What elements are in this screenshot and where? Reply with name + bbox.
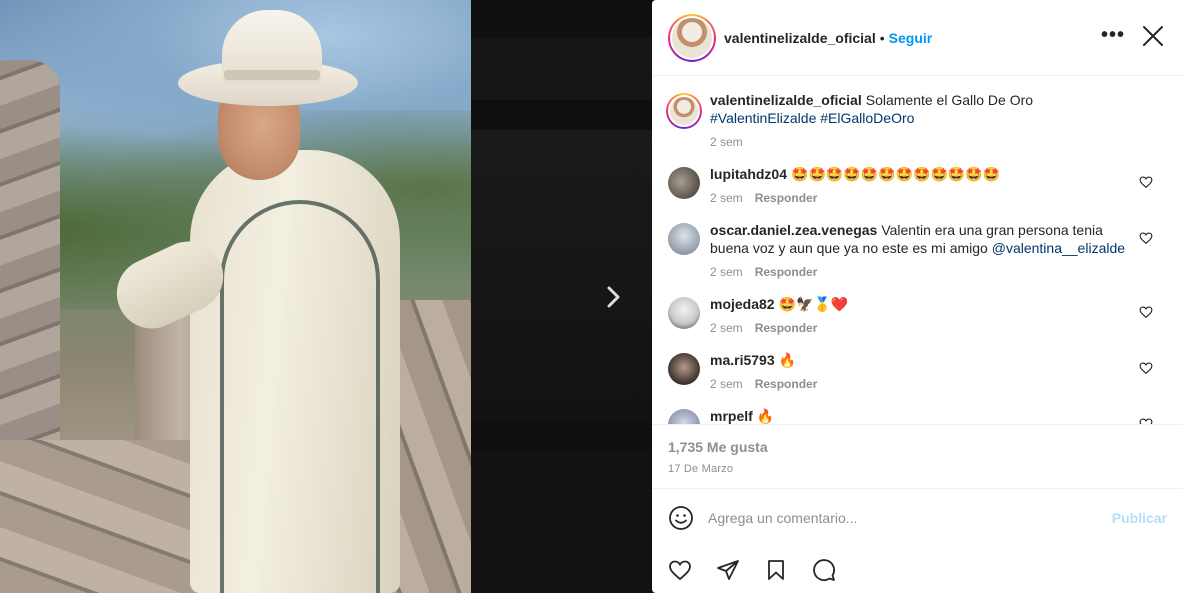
likes-count[interactable]: 1,735 Me gusta: [668, 439, 1167, 455]
reply-button[interactable]: Responder: [755, 265, 818, 279]
comment-body: lupitahdz04 🤩🤩🤩🤩🤩🤩🤩🤩🤩🤩🤩🤩 2 sem Responder: [710, 165, 1167, 205]
reply-button[interactable]: Responder: [755, 377, 818, 391]
comment-body: mojeda82 🤩🦅🥇❤️ 2 sem Responder: [710, 295, 1167, 335]
post-caption: valentinelizalde_oficial Solamente el Gal…: [666, 91, 1167, 149]
reply-button[interactable]: Responder: [755, 191, 818, 205]
comment-text: ma.ri5793 🔥: [710, 351, 1137, 369]
caption-message: Solamente el Gallo De Oro: [865, 92, 1034, 108]
follow-button[interactable]: Seguir: [889, 30, 933, 46]
comment-meta: 2 sem Responder: [710, 265, 1137, 279]
avatar[interactable]: [668, 409, 700, 424]
emoji-icon[interactable]: [668, 505, 694, 531]
caption-time: 2 sem: [710, 135, 743, 149]
comment-username[interactable]: lupitahdz04: [710, 166, 787, 182]
comment-meta: 2 sem Responder: [710, 191, 1137, 205]
comment-username[interactable]: mojeda82: [710, 296, 775, 312]
comment-time: 2 sem: [710, 265, 743, 279]
avatar[interactable]: [668, 167, 700, 199]
comment-body: oscar.daniel.zea.venegas Valentin era una…: [710, 221, 1167, 279]
post-date: 17 De Marzo: [668, 463, 734, 475]
more-options-icon[interactable]: •••: [1101, 24, 1125, 47]
like-comment-heart-icon[interactable]: [1139, 417, 1153, 424]
comment-message: 🔥: [756, 408, 775, 424]
post-stats: 1,735 Me gusta 17 De Marzo: [652, 424, 1183, 488]
caption-hashtags[interactable]: #ValentinElizalde #ElGalloDeOro: [710, 110, 914, 126]
modal-backdrop[interactable]: [471, 0, 652, 593]
backdrop-shadow: [471, 450, 652, 593]
comment-message: 🤩🦅🥇❤️: [778, 296, 849, 312]
comment-bubble-icon[interactable]: [812, 558, 836, 582]
avatar[interactable]: [668, 13, 716, 62]
avatar[interactable]: [666, 93, 702, 129]
list-item: ma.ri5793 🔥 2 sem Responder: [668, 351, 1167, 391]
like-heart-icon[interactable]: [668, 558, 692, 582]
list-item: mrpelf 🔥: [668, 407, 1167, 424]
caption-username[interactable]: valentinelizalde_oficial: [710, 92, 862, 108]
comment-body: mrpelf 🔥: [710, 407, 1167, 424]
avatar-image: [668, 95, 700, 127]
list-item: mojeda82 🤩🦅🥇❤️ 2 sem Responder: [668, 295, 1167, 335]
close-icon[interactable]: [1139, 22, 1167, 50]
photo-hat-band: [224, 70, 320, 80]
comment-username[interactable]: ma.ri5793: [710, 352, 775, 368]
list-item: lupitahdz04 🤩🤩🤩🤩🤩🤩🤩🤩🤩🤩🤩🤩 2 sem Responder: [668, 165, 1167, 205]
post-detail-panel: valentinelizalde_oficial • Seguir ••• va…: [652, 0, 1183, 593]
caption-meta: 2 sem: [710, 135, 1137, 149]
backdrop-shadow: [471, 38, 652, 100]
comment-text: mrpelf 🔥: [710, 407, 1137, 424]
post-header: valentinelizalde_oficial • Seguir •••: [652, 0, 1183, 76]
caption-body: valentinelizalde_oficial Solamente el Gal…: [710, 91, 1167, 149]
comment-text: mojeda82 🤩🦅🥇❤️: [710, 295, 1137, 313]
comment-input[interactable]: [708, 509, 1112, 526]
comment-text: lupitahdz04 🤩🤩🤩🤩🤩🤩🤩🤩🤩🤩🤩🤩: [710, 165, 1137, 183]
like-comment-heart-icon[interactable]: [1139, 305, 1153, 319]
post-photo[interactable]: [0, 0, 471, 593]
comment-time: 2 sem: [710, 377, 743, 391]
caption-text: valentinelizalde_oficial Solamente el Gal…: [710, 91, 1137, 127]
comment-username[interactable]: mrpelf: [710, 408, 753, 424]
like-comment-heart-icon[interactable]: [1139, 231, 1153, 245]
avatar-image: [670, 15, 714, 60]
comment-message: 🔥: [778, 352, 797, 368]
comment-mention[interactable]: @valentina__elizalde: [992, 240, 1125, 256]
comment-body: ma.ri5793 🔥 2 sem Responder: [710, 351, 1167, 391]
reply-button[interactable]: Responder: [755, 321, 818, 335]
share-send-icon[interactable]: [716, 558, 740, 582]
separator-dot: •: [879, 29, 885, 46]
like-comment-heart-icon[interactable]: [1139, 175, 1153, 189]
publish-button[interactable]: Publicar: [1112, 510, 1167, 526]
like-comment-heart-icon[interactable]: [1139, 361, 1153, 375]
avatar[interactable]: [668, 353, 700, 385]
comment-message: 🤩🤩🤩🤩🤩🤩🤩🤩🤩🤩🤩🤩: [791, 166, 1001, 182]
photo-suit-trim: [220, 200, 380, 593]
save-bookmark-icon[interactable]: [764, 558, 788, 582]
comments-list[interactable]: valentinelizalde_oficial Solamente el Gal…: [652, 77, 1183, 424]
post-username[interactable]: valentinelizalde_oficial: [724, 30, 876, 46]
backdrop-shadow: [471, 130, 652, 420]
comment-time: 2 sem: [710, 191, 743, 205]
comment-meta: 2 sem Responder: [710, 377, 1137, 391]
avatar[interactable]: [668, 297, 700, 329]
list-item: oscar.daniel.zea.venegas Valentin era una…: [668, 221, 1167, 279]
comment-time: 2 sem: [710, 321, 743, 335]
comment-username[interactable]: oscar.daniel.zea.venegas: [710, 222, 877, 238]
next-post-chevron-right-icon[interactable]: [599, 283, 627, 311]
comment-text: oscar.daniel.zea.venegas Valentin era una…: [710, 221, 1137, 257]
post-action-bar: [652, 546, 1183, 593]
avatar[interactable]: [668, 223, 700, 255]
comment-meta: 2 sem Responder: [710, 321, 1137, 335]
add-comment-bar: Publicar: [652, 488, 1183, 546]
